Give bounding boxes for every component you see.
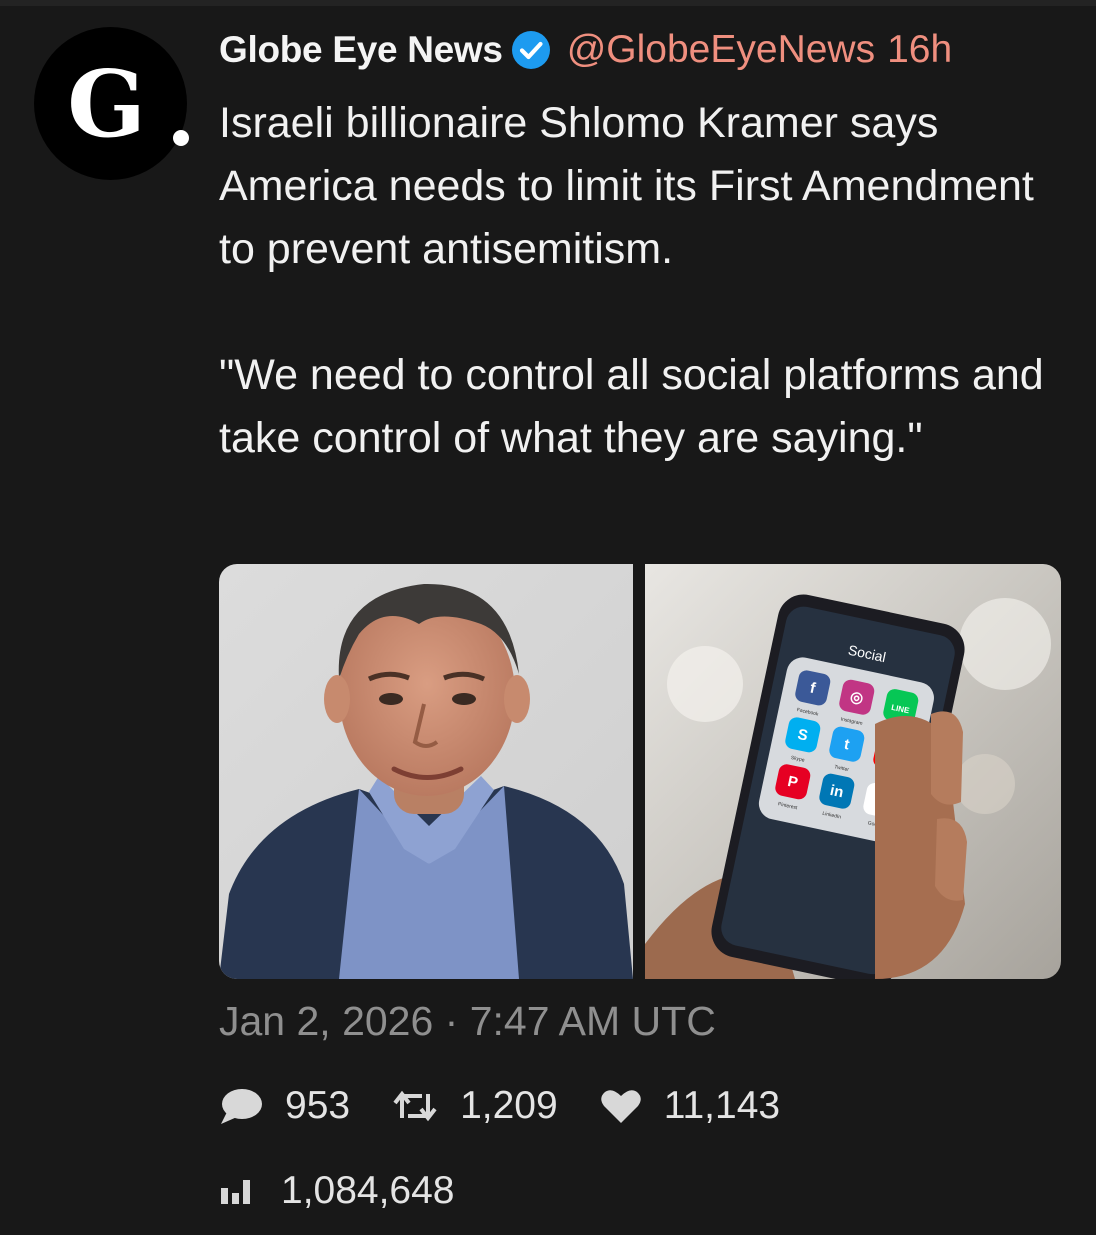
verified-badge-icon: [511, 31, 550, 69]
phone-photo[interactable]: SocialfFacebook◎InstagramLINELINESSkypet…: [645, 564, 1061, 979]
author-name[interactable]: Globe Eye News: [219, 29, 503, 71]
view-count: 1,084,648: [281, 1169, 455, 1212]
retweet-icon: [393, 1090, 437, 1122]
tweet-text: Israeli billionaire Shlomo Kramer says A…: [219, 92, 1079, 470]
tweet-stats: 953 1,209 11,143: [219, 1078, 822, 1134]
tweet-quote: "We need to control all social platforms…: [219, 351, 1044, 462]
tweet-paragraph: Israeli billionaire Shlomo Kramer says A…: [219, 99, 1034, 273]
avatar[interactable]: G: [34, 27, 189, 180]
heart-icon: [600, 1090, 641, 1123]
reply-stat[interactable]: 953: [219, 1084, 350, 1128]
tweet-timestamp[interactable]: Jan 2, 2026 · 7:47 AM UTC: [219, 998, 716, 1045]
like-count: 11,143: [663, 1084, 781, 1127]
tweet-header: Globe Eye News @GlobeEyeNews 16h: [219, 22, 952, 78]
author-handle[interactable]: @GlobeEyeNews: [567, 28, 875, 72]
tweet-time-ago[interactable]: 16h: [887, 28, 952, 72]
tweet-media: SocialfFacebook◎InstagramLINELINESSkypet…: [219, 564, 1061, 979]
retweet-stat[interactable]: 1,209: [392, 1084, 558, 1128]
like-stat[interactable]: 11,143: [600, 1084, 780, 1128]
portrait-photo[interactable]: [219, 564, 633, 979]
avatar-logo-dot: [173, 130, 189, 146]
bar-chart-icon: [221, 1180, 250, 1204]
avatar-logo-letter: G: [67, 49, 146, 158]
top-divider: [0, 0, 1096, 6]
comment-icon: [221, 1089, 262, 1124]
reply-count: 953: [285, 1084, 351, 1127]
retweet-count: 1,209: [460, 1084, 558, 1127]
view-stat[interactable]: 1,084,648: [219, 1163, 455, 1219]
